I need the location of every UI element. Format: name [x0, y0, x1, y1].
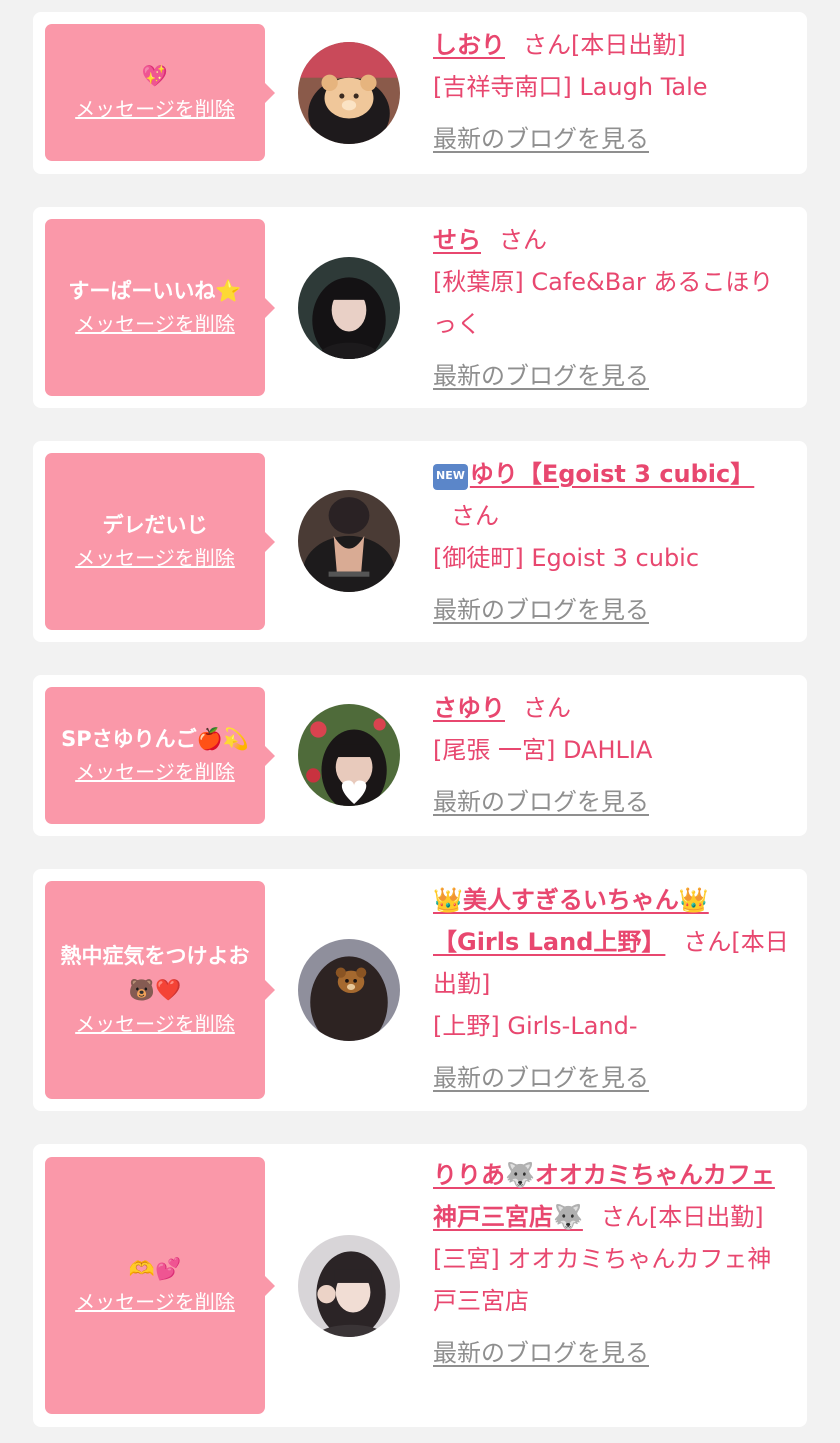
blog-link[interactable]: 最新のブログを見る: [433, 1057, 795, 1099]
bear-sticker-photo-icon: [298, 939, 400, 1041]
list-item: 熱中症気をつけよお🐻❤️ メッセージを削除 👑美人すぎるいちゃん👑【Girls …: [33, 869, 807, 1111]
message-text: すーぱーいいね⭐: [68, 278, 242, 303]
avatar[interactable]: [298, 257, 400, 359]
blog-link[interactable]: 最新のブログを見る: [433, 589, 795, 631]
cast-info: 👑美人すぎるいちゃん👑【Girls Land上野】 さん[本日出勤] [上野] G…: [433, 879, 795, 1099]
cast-suffix: さん: [523, 694, 571, 722]
cast-info: しおり さん[本日出勤] [吉祥寺南口] Laugh Tale 最新のブログを見る: [433, 24, 795, 160]
avatar[interactable]: [298, 939, 400, 1041]
avatar[interactable]: [298, 490, 400, 592]
avatar[interactable]: [298, 42, 400, 144]
cast-info: NEW ゆり【Egoist 3 cubic】さん [御徒町] Egoist 3 c…: [433, 453, 795, 631]
cast-suffix: さん: [499, 226, 547, 254]
cast-name-link[interactable]: しおり: [433, 31, 505, 59]
list-item: 💖 メッセージを削除 しおり さん[本日出勤] [吉祥寺南口] Laugh Tal…: [33, 12, 807, 174]
avatar[interactable]: [298, 704, 400, 806]
cast-name-link[interactable]: さゆり: [433, 694, 505, 722]
new-badge-icon: NEW: [433, 464, 468, 490]
list-item: すーぱーいいね⭐ メッセージを削除 せら さん [秋葉原] Cafe&Bar ある…: [33, 207, 807, 408]
shop-name: [御徒町] Egoist 3 cubic: [433, 544, 700, 572]
message-text: デレだいじ: [102, 512, 208, 537]
message-bubble: 💖 メッセージを削除: [45, 24, 265, 161]
delete-message-button[interactable]: メッセージを削除: [75, 1008, 235, 1040]
shop-name: [三宮] オオカミちゃんカフェ神戸三宮店: [433, 1245, 772, 1315]
delete-message-button[interactable]: メッセージを削除: [75, 93, 235, 125]
portrait-photo-icon: [298, 490, 400, 592]
cast-suffix: さん: [451, 502, 499, 530]
blog-link[interactable]: 最新のブログを見る: [433, 118, 795, 160]
message-text: SPさゆりんご🍎💫: [61, 726, 249, 751]
delete-message-button[interactable]: メッセージを削除: [75, 308, 235, 340]
avatar[interactable]: [298, 1235, 400, 1337]
list-item: SPさゆりんご🍎💫 メッセージを削除 さゆり さん [尾張 一宮] DAHLIA …: [33, 675, 807, 836]
portrait-photo-icon: [298, 1235, 400, 1337]
cast-suffix: さん[本日出勤]: [600, 1203, 764, 1231]
message-bubble: SPさゆりんご🍎💫 メッセージを削除: [45, 687, 265, 824]
blog-link[interactable]: 最新のブログを見る: [433, 781, 795, 823]
blog-link[interactable]: 最新のブログを見る: [433, 355, 795, 397]
cast-suffix: さん[本日出勤]: [523, 31, 686, 59]
message-bubble: 熱中症気をつけよお🐻❤️ メッセージを削除: [45, 881, 265, 1099]
message-text: 💖: [141, 63, 169, 88]
cast-name-link[interactable]: ゆり【Egoist 3 cubic】: [470, 460, 754, 488]
portrait-photo-icon: [298, 257, 400, 359]
delete-message-button[interactable]: メッセージを削除: [75, 1286, 235, 1318]
delete-message-button[interactable]: メッセージを削除: [75, 542, 235, 574]
message-list: 💖 メッセージを削除 しおり さん[本日出勤] [吉祥寺南口] Laugh Tal…: [0, 0, 840, 1443]
cast-info: さゆり さん [尾張 一宮] DAHLIA 最新のブログを見る: [433, 687, 795, 823]
delete-message-button[interactable]: メッセージを削除: [75, 756, 235, 788]
message-bubble: すーぱーいいね⭐ メッセージを削除: [45, 219, 265, 396]
list-item: 🫶💕 メッセージを削除 りりあ🐺オオカミちゃんカフェ神戸三宮店🐺 さん[本日出勤]…: [33, 1144, 807, 1427]
message-bubble: 🫶💕 メッセージを削除: [45, 1157, 265, 1414]
cast-info: りりあ🐺オオカミちゃんカフェ神戸三宮店🐺 さん[本日出勤] [三宮] オオカミちゃ…: [433, 1154, 795, 1374]
shop-name: [尾張 一宮] DAHLIA: [433, 736, 653, 764]
bear-sticker-photo-icon: [298, 42, 400, 144]
message-bubble: デレだいじ メッセージを削除: [45, 453, 265, 630]
cast-name-link[interactable]: せら: [433, 226, 481, 254]
blog-link[interactable]: 最新のブログを見る: [433, 1332, 795, 1374]
shop-name: [吉祥寺南口] Laugh Tale: [433, 73, 708, 101]
list-item: デレだいじ メッセージを削除 NEW ゆり【Egoist 3 cubic】さん […: [33, 441, 807, 642]
message-text: 熱中症気をつけよお🐻❤️: [60, 944, 250, 1002]
heart-sticker-photo-icon: [298, 704, 400, 806]
cast-name-link[interactable]: 👑美人すぎるいちゃん👑【Girls Land上野】: [433, 886, 709, 956]
cast-info: せら さん [秋葉原] Cafe&Bar あるこほりっく 最新のブログを見る: [433, 219, 795, 397]
message-text: 🫶💕: [128, 1256, 182, 1281]
shop-name: [秋葉原] Cafe&Bar あるこほりっく: [433, 268, 774, 338]
shop-name: [上野] Girls-Land-: [433, 1012, 638, 1040]
